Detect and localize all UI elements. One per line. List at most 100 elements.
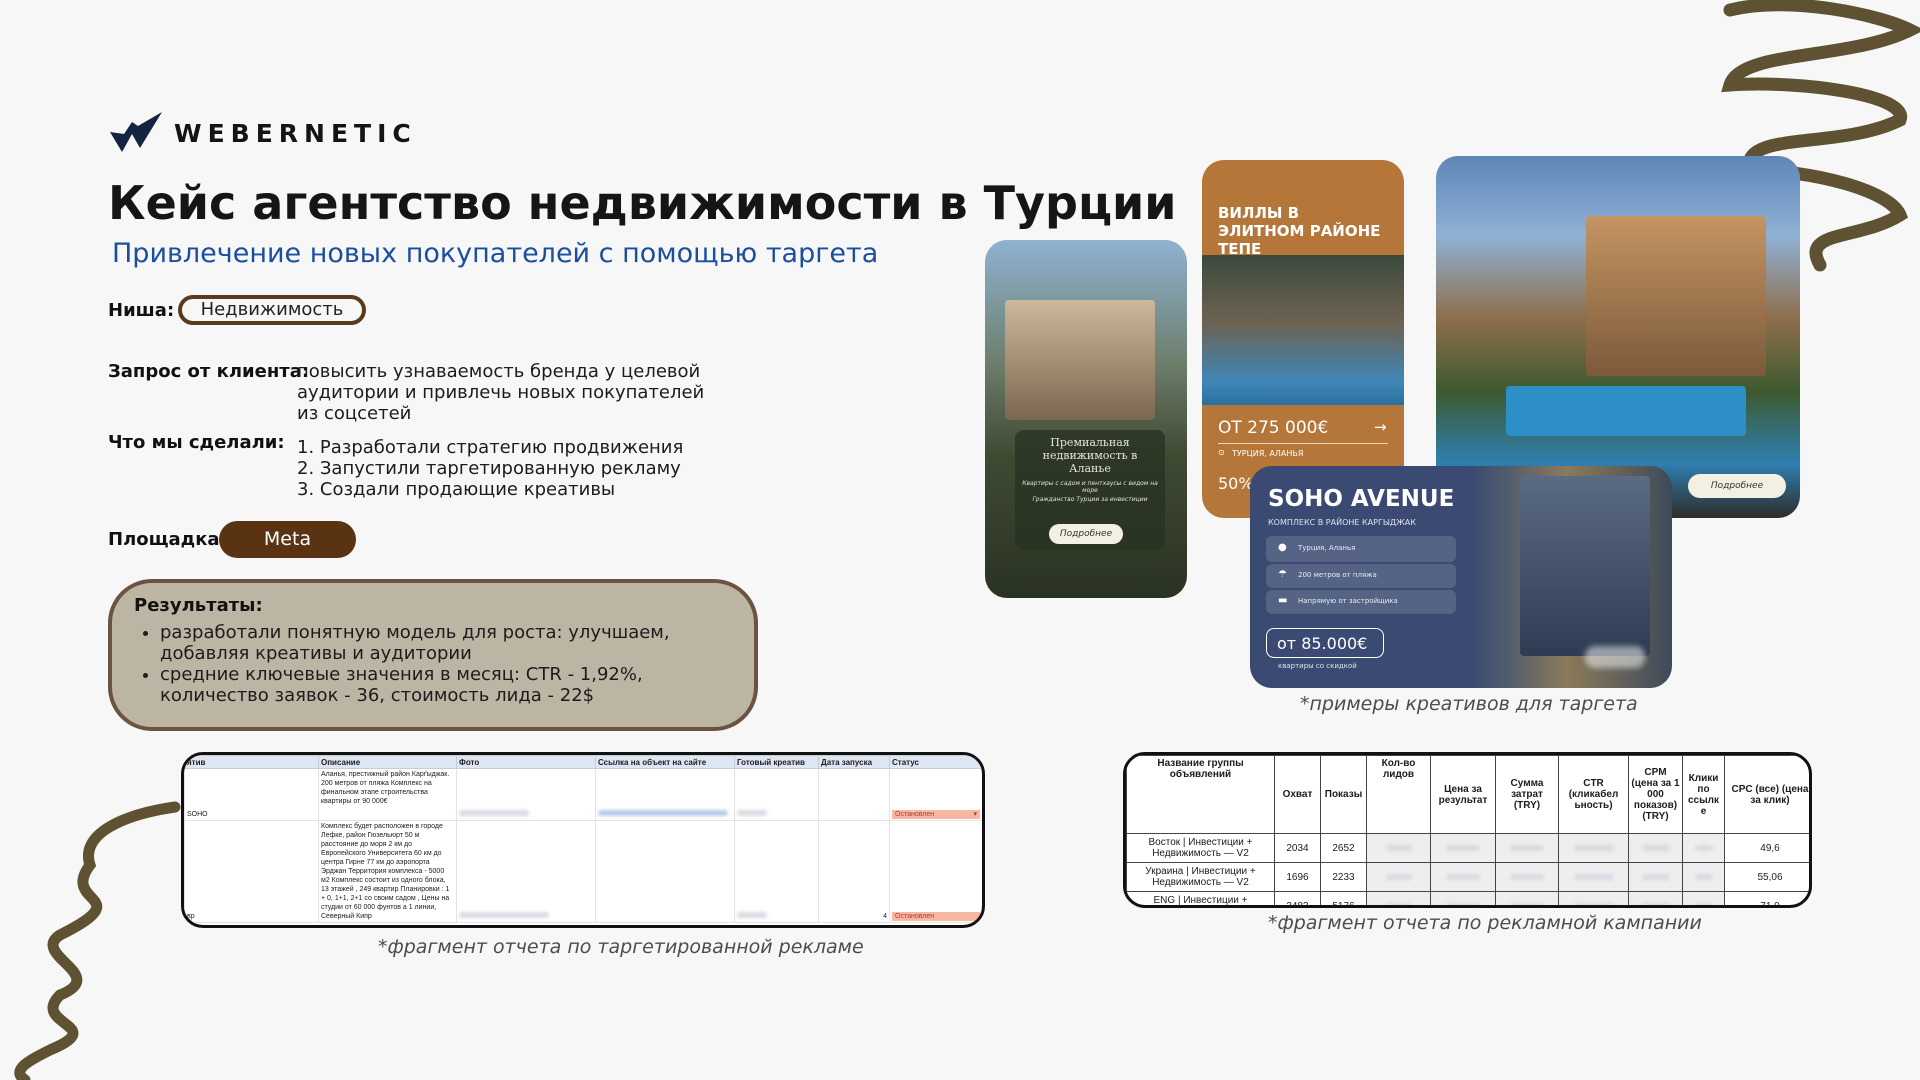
page-subtitle: Привлечение новых покупателей с помощью … [112,238,879,269]
table-header: ятив [184,755,319,769]
campaign-report-table: Название группы объявлений Охват Показы … [1123,752,1812,908]
arrow-right-icon: → [1374,418,1387,436]
location-pin-icon: ⊙ [1218,448,1225,457]
blurred-logo [1585,646,1645,668]
building-image [1005,300,1155,420]
request-label: Запрос от клиента: [108,361,310,382]
table-cell-blurred [1495,862,1559,892]
blurred-content [737,810,767,816]
blurred-content [1694,902,1713,905]
table-header-row: Название группы объявлений Охват Показы … [1126,755,1809,834]
results-label: Результаты: [134,595,263,616]
brand-logo: WEBERNETIC [110,112,417,154]
table-cell-photo [456,820,596,923]
blurred-content [1385,873,1412,880]
blurred-content [1694,873,1713,880]
table-cell-link [595,820,735,923]
creative-card-premium: Премиальная недвижимость в Аланье Кварти… [985,240,1187,598]
chevron-down-icon: ▾ [973,811,977,818]
blurred-content [1385,844,1412,851]
blurred-content [1573,902,1614,905]
blurred-content [459,912,549,918]
results-box: Результаты: разработали понятную модель … [108,579,758,731]
creative-price-sub: квартиры со скидкой [1278,662,1357,670]
pool-image [1506,386,1746,436]
results-item: разработали понятную модель для роста: у… [160,622,732,664]
table-cell-status[interactable]: Остановлен ▾ [889,768,982,821]
creative-card-soho: SOHO AVENUE КОМПЛЕКС В РАЙОНЕ КАРГЫДЖАК … [1250,466,1672,688]
blurred-content [1573,873,1614,880]
niche-label: Ниша: [108,300,175,321]
squiggle-bottom-left [14,801,181,1080]
table-cell-blurred [1366,833,1431,863]
table-row: SOHO Аланья, престижный район Карґыджак.… [184,768,982,821]
table-cell-cpc: 55,06 [1724,862,1809,892]
status-value: Остановлен [895,913,935,920]
table-header: Название группы объявлений [1126,755,1275,834]
table-cell-blurred [1558,862,1629,892]
table-cell-reach: 1696 [1274,862,1321,892]
feature-text: Напрямую от застройщика [1298,597,1398,605]
more-button[interactable]: Подробнее [1688,474,1786,498]
table-cell-blurred [1495,891,1559,905]
table-cell-date: 4 [818,820,890,923]
blurred-content [1510,902,1544,905]
feature-row: ● Турция, Аланья [1266,536,1456,562]
table-header: Цена за результат [1430,755,1496,834]
table-cell-blurred [1366,862,1431,892]
blurred-content [1385,902,1412,905]
table-cell-photo [456,768,596,821]
table-header: Статус [889,755,982,769]
table-header: Ссылка на объект на сайте [595,755,735,769]
table-header: Описание [318,755,457,769]
blurred-content [1510,873,1544,880]
more-button[interactable]: Подробнее [1049,524,1123,544]
table-row: Украина | Инвестиции + Недвижимость — V2… [1126,862,1809,892]
table-row: вр Комплекс будет расположен в городе Ле… [184,820,982,923]
creative-card-villas: ВИЛЛЫ В ЭЛИТНОМ РАЙОНЕ ТЕПЕ ОТ 275 000€ … [1202,160,1404,518]
table-cell-status[interactable]: Остановлен [889,820,982,923]
table-cell-blurred [1366,891,1431,905]
done-label: Что мы сделали: [108,432,285,453]
blurred-content [1573,844,1614,851]
table-cell-cpc: 49,6 [1724,833,1809,863]
feature-row: ▬ Напрямую от застройщика [1266,590,1456,614]
car-icon: ▬ [1278,595,1288,606]
blurred-content [1446,844,1480,851]
table-cell-blurred [1628,833,1683,863]
table-header: Кол-во лидов [1366,755,1431,834]
platform-badge: Meta [219,521,356,558]
feature-text: Турция, Аланья [1298,544,1356,552]
table-cell-impressions: 5176 [1320,891,1367,905]
table-header: CPC (все) (цена за клик) [1724,755,1809,834]
blurred-link [598,810,728,816]
table-cell-group: Восток | Инвестиции + Недвижимость — V2 [1126,833,1275,863]
blurred-content [1446,873,1480,880]
creative-price: от 85.000€ [1277,634,1368,653]
table-cell-link[interactable] [595,768,735,821]
table-cell-name: SOHO [184,768,319,821]
table-cell-description: Аланья, престижный район Карґыджак. 200 … [318,768,457,821]
creative-discount: 50% [1218,474,1254,493]
table-header: Клики по ссылк е [1682,755,1725,834]
results-item: средние ключевые значения в месяц: CTR -… [160,664,732,706]
table-header-row: ятив Описание Фото Ссылка на объект на с… [184,755,982,769]
blurred-content [1694,844,1713,851]
caption-creatives: *примеры креативов для таргета [1300,693,1638,715]
table-header: Фото [456,755,596,769]
villa-image [1202,255,1404,405]
table-cell-creative [734,820,819,923]
table-cell-cpc: 71,0 [1724,891,1809,905]
status-dropdown[interactable]: Остановлен ▾ [892,810,980,819]
table-cell-blurred [1682,891,1725,905]
table-cell-group: Украина | Инвестиции + Недвижимость — V2 [1126,862,1275,892]
blurred-content [1641,873,1670,880]
table-cell-blurred [1682,862,1725,892]
status-dropdown[interactable]: Остановлен [892,912,980,921]
creative-price: ОТ 275 000€ [1218,418,1329,438]
creative-sub2: Гражданство Турции за инвестиции [1032,496,1148,503]
blurred-content [1510,844,1544,851]
table-cell-description: Комплекс будет расположен в городе Лефке… [318,820,457,923]
feature-text: 200 метров от пляжа [1298,571,1377,579]
building-image [1586,216,1766,376]
